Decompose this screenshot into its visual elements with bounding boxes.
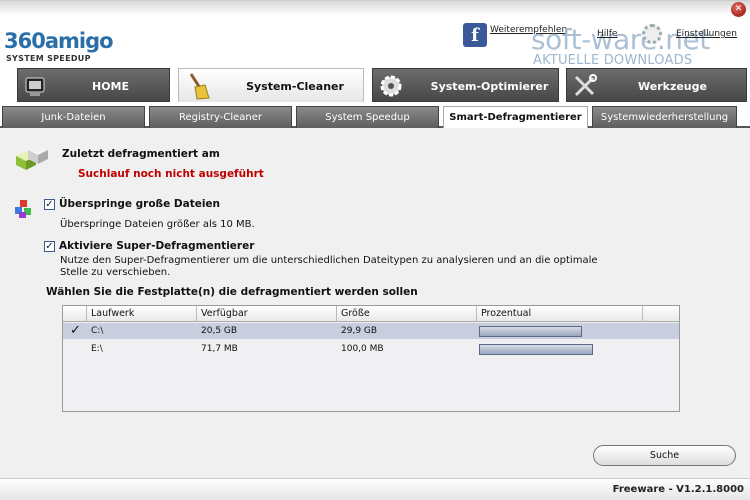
close-icon[interactable]: ✕ [731,2,746,17]
tab-system-cleaner-label: System-Cleaner [246,80,344,93]
blocks-icon [15,200,31,218]
column-prozentual[interactable]: Prozentual [477,306,643,322]
help-link[interactable]: Hilfe [597,29,617,39]
column-verfuegbar[interactable]: Verfügbar [197,306,337,322]
tab-home[interactable]: HOME [17,68,170,102]
drive-usage-bar [479,344,593,355]
table-row[interactable]: E:\ 71,7 MB 100,0 MB [63,341,679,357]
drive-free: 71,7 MB [201,344,238,354]
skip-large-label: Überspringe große Dateien [59,198,221,210]
super-defrag-label: Aktiviere Super-Defragmentierer [59,240,255,252]
search-button[interactable]: Suche [593,445,736,466]
last-defrag-title: Zuletzt defragmentiert am [62,148,220,160]
subtab-junk-dateien[interactable]: Junk-Dateien [2,106,145,128]
main-tabs: HOME System-Cleaner System-Optimierer We… [0,66,750,102]
watermark: soft-ware.net [531,23,710,56]
super-defrag-option[interactable]: ✓ Aktiviere Super-Defragmentierer [44,240,254,252]
logo-subtitle: SYSTEM SPEEDUP [6,54,91,63]
super-defrag-description: Nutze den Super-Defragmentierer um die u… [60,255,598,278]
drive-table: Laufwerk Verfügbar Größe Prozentual ✓ C:… [62,305,680,412]
skip-large-option[interactable]: ✓ Überspringe große Dateien [44,198,220,210]
tab-system-optimierer-label: System-Optimierer [430,80,549,93]
version-label: Freeware - V1.2.1.8000 [612,484,744,495]
skip-large-checkbox[interactable]: ✓ [44,198,55,210]
skip-large-description: Überspringe Dateien größer als 10 MB. [60,219,255,230]
disk-selection-title: Wählen Sie die Festplatte(n) die defragm… [46,286,418,298]
table-row[interactable]: ✓ C:\ 20,5 GB 29,9 GB [63,323,679,339]
last-defrag-status: Suchlauf noch nicht ausgeführt [78,168,264,180]
table-header: Laufwerk Verfügbar Größe Prozentual [63,306,679,322]
drive-free: 20,5 GB [201,326,238,336]
logo: 360amigo SYSTEM SPEEDUP [4,23,124,67]
subtab-systemwiederherstellung[interactable]: Systemwiederherstellung [592,106,737,128]
cubes-icon [16,145,48,170]
subtab-system-speedup[interactable]: System Speedup [296,106,439,128]
logo-text: 360amigo [4,29,114,53]
column-groesse[interactable]: Größe [337,306,477,322]
subtab-registry-cleaner[interactable]: Registry-Cleaner [149,106,292,128]
header: ✕ 360amigo SYSTEM SPEEDUP f Weiterempfeh… [0,0,750,68]
drive-letter: E:\ [91,344,103,354]
super-defrag-checkbox[interactable]: ✓ [44,240,55,252]
column-check [63,306,87,322]
tab-werkzeuge[interactable]: Werkzeuge [566,68,747,102]
selected-check-icon[interactable]: ✓ [70,323,81,339]
facebook-icon[interactable]: f [463,23,487,47]
settings-link[interactable]: Einstellungen [676,29,737,39]
defrag-panel: Zuletzt defragmentiert am Suchlauf noch … [0,128,750,478]
drive-usage-bar [479,326,582,337]
drive-letter: C:\ [91,326,104,336]
title-bar [0,1,750,15]
computer-icon [25,77,45,96]
tab-system-cleaner[interactable]: System-Cleaner [178,68,364,102]
column-laufwerk[interactable]: Laufwerk [87,306,197,322]
subtab-smart-defragmentierer[interactable]: Smart-Defragmentierer [443,106,588,130]
status-bar: Freeware - V1.2.1.8000 [0,478,750,500]
app-window: ✕ 360amigo SYSTEM SPEEDUP f Weiterempfeh… [0,0,750,500]
sub-tabs: Junk-Dateien Registry-Cleaner System Spe… [0,104,750,130]
tab-system-optimierer[interactable]: System-Optimierer [372,68,559,102]
tab-werkzeuge-label: Werkzeuge [638,80,707,93]
drive-size: 29,9 GB [341,326,378,336]
drive-size: 100,0 MB [341,344,384,354]
gear-icon[interactable] [642,24,662,44]
